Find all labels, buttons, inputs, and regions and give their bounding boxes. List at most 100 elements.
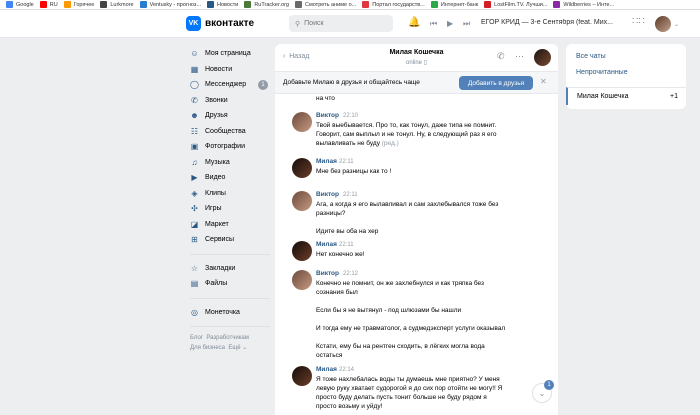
filter-unread[interactable]: Непрочитанные (576, 69, 628, 76)
message-text-line: Ага, а когда я его вылавливал и сам захл… (316, 201, 499, 208)
sidebar-item-label: Друзья (205, 112, 228, 120)
bookmark-label: LostFilm.TV. Лучши... (494, 1, 548, 8)
sidebar-item[interactable]: ▤ Файлы (190, 276, 270, 292)
top-header: VK вконтакте ⚲ 🔔 ⏮ ▶ ⏭ ЕГОР КРИД — 3-е С… (0, 10, 700, 38)
message-text-line: Нет конечно же! (316, 251, 365, 258)
bookmark-label: Интернет-банк (440, 1, 479, 8)
more-icon[interactable]: ⋯ (515, 51, 524, 62)
apps-grid-icon[interactable]: ∷∷ (632, 16, 645, 27)
bookmark-item[interactable]: Lurkmore (100, 1, 134, 8)
user-icon: ☺ (190, 49, 199, 59)
filter-all-chats[interactable]: Все чаты (576, 53, 606, 60)
messenger-badge: 1 (258, 80, 268, 90)
sidebar-item[interactable]: ◯ Мессенджер 1 (190, 77, 270, 93)
footer-links: Блог Разработчикам Для бизнеса Ещё ⌄ (190, 333, 270, 353)
bookmark-label: Ventusky - прогноз... (149, 1, 202, 8)
chat-header: ‹ Назад Милая Кошечка online ▯ ✆ ⋯ (275, 44, 558, 72)
message-icon: ◯ (190, 80, 199, 90)
sidebar-item[interactable]: ♫ Музыка (190, 155, 270, 171)
market-icon: ◪ (190, 219, 199, 229)
sidebar-item[interactable]: ▣ Фотографии (190, 139, 270, 155)
edited-mark: (ред.) (381, 140, 399, 147)
phone-icon[interactable]: ✆ (497, 51, 505, 62)
vk-logo-icon: VK (186, 16, 201, 31)
bookmark-label: Wildberries – Инте... (563, 1, 615, 8)
message-author[interactable]: Милая (316, 241, 337, 248)
sidebar-item[interactable]: ✆ Звонки (190, 93, 270, 109)
search-box[interactable]: ⚲ (289, 15, 393, 32)
chat-avatar[interactable] (534, 49, 551, 66)
message-avatar[interactable] (292, 241, 312, 261)
bookmark-item[interactable]: RuTracker.org (244, 1, 289, 8)
sidebar-item-label: Звонки (205, 96, 228, 104)
play-icon[interactable]: ▶ (447, 19, 453, 28)
sidebar-item[interactable]: ☺ Моя страница (190, 46, 270, 62)
bookmark-item[interactable]: Горячее (63, 1, 94, 8)
sidebar-item-label: Видео (205, 174, 226, 182)
bookmark-label: RU (49, 1, 58, 8)
now-playing[interactable]: ЕГОР КРИД — 3-е Сентября (feat. Мих... (481, 19, 616, 26)
message-avatar[interactable] (292, 112, 312, 132)
message-avatar[interactable] (292, 366, 312, 386)
news-icon (207, 1, 215, 8)
sidebar-item[interactable]: ◪ Маркет (190, 217, 270, 233)
bookmark-item[interactable]: RU (39, 1, 58, 8)
message-time: 22:10 (343, 112, 359, 119)
bookmark-item[interactable]: LostFilm.TV. Лучши... (484, 1, 547, 8)
vk-logo[interactable]: VK вконтакте (186, 16, 254, 31)
mobile-icon: ▯ (423, 60, 427, 66)
message-author[interactable]: Виктор (316, 191, 339, 198)
sidebar-item[interactable]: ☻ Друзья (190, 108, 270, 124)
bookmark-item[interactable]: Ventusky - прогноз... (139, 1, 202, 8)
message-text-line: просто буду делать пусть тонит больше не… (316, 394, 487, 401)
message-text-line: Я тоже нахлебалась воды ты думаешь мне п… (316, 376, 500, 383)
message-text-span: вылавливать не буду (316, 140, 380, 147)
community-icon: ☷ (190, 126, 199, 136)
bookmark-item[interactable]: Новости (207, 1, 238, 8)
bookmark-item[interactable]: Интернет-банк (430, 1, 479, 8)
sidebar-item[interactable]: ◈ Клипы (190, 186, 270, 202)
message-author[interactable]: Виктор (316, 112, 339, 119)
footer-dev-link[interactable]: Разработчикам (206, 335, 249, 341)
prev-track-icon[interactable]: ⏮ (430, 19, 437, 29)
sidebar-item[interactable]: ◎ Монеточка (190, 305, 270, 321)
bookmark-item[interactable]: Смотреть аниме о... (294, 1, 356, 8)
message-text-line: Конечно не помнит, он же захлебнулся и к… (316, 280, 484, 287)
message-author[interactable]: Милая (316, 366, 337, 373)
footer-business-link[interactable]: Для бизнеса (190, 345, 225, 351)
sidebar-item-label: Закладки (205, 264, 236, 272)
active-chat-item[interactable]: Милая Кошечка +1 (566, 87, 686, 105)
add-friend-button[interactable]: Добавить в друзья (459, 76, 533, 90)
message-avatar[interactable] (292, 270, 312, 290)
message-avatar[interactable] (292, 158, 312, 178)
message-text-line: И тогда ему не травматолог, а судмедэксп… (316, 325, 506, 332)
sidebar-item[interactable]: ✣ Игры (190, 201, 270, 217)
chevron-down-icon[interactable]: ⌄ (674, 21, 679, 28)
sidebar-item[interactable]: ☷ Сообщества (190, 124, 270, 140)
message-author[interactable]: Милая (316, 158, 337, 165)
sidebar-item-label: Клипы (205, 189, 226, 197)
footer-more-link[interactable]: Ещё ⌄ (228, 345, 247, 351)
friends-icon: ☻ (190, 111, 199, 121)
search-icon: ⚲ (295, 20, 301, 28)
sidebar-item[interactable]: ▶ Видео (190, 170, 270, 186)
bell-icon[interactable]: 🔔 (408, 17, 420, 28)
user-avatar[interactable] (655, 16, 671, 32)
music-icon: ♫ (191, 157, 198, 167)
footer-blog-link[interactable]: Блог (190, 335, 203, 341)
sidebar-item[interactable]: ⊞ Сервисы (190, 232, 270, 248)
sidebar-item[interactable]: ▦ Новости (190, 62, 270, 78)
sidebar-item[interactable]: ☆ Закладки (190, 261, 270, 277)
message-text-line: Идите вы оба на хер (316, 228, 379, 235)
search-input[interactable] (304, 20, 385, 27)
bookmark-item[interactable]: Google (6, 1, 34, 8)
message-author[interactable]: Виктор (316, 270, 339, 277)
vk-logo-text: вконтакте (205, 18, 255, 29)
bookmark-item[interactable]: Wildberries – Инте... (553, 1, 614, 8)
close-icon[interactable]: ✕ (540, 77, 547, 86)
bookmarks-bar: Google RU Горячее Lurkmore Ventusky - прогно… (0, 0, 700, 10)
message-avatar[interactable] (292, 191, 312, 211)
bookmark-item[interactable]: Портал государств... (362, 1, 425, 8)
message-time: 22:11 (343, 191, 358, 198)
next-track-icon[interactable]: ⏭ (463, 19, 470, 29)
